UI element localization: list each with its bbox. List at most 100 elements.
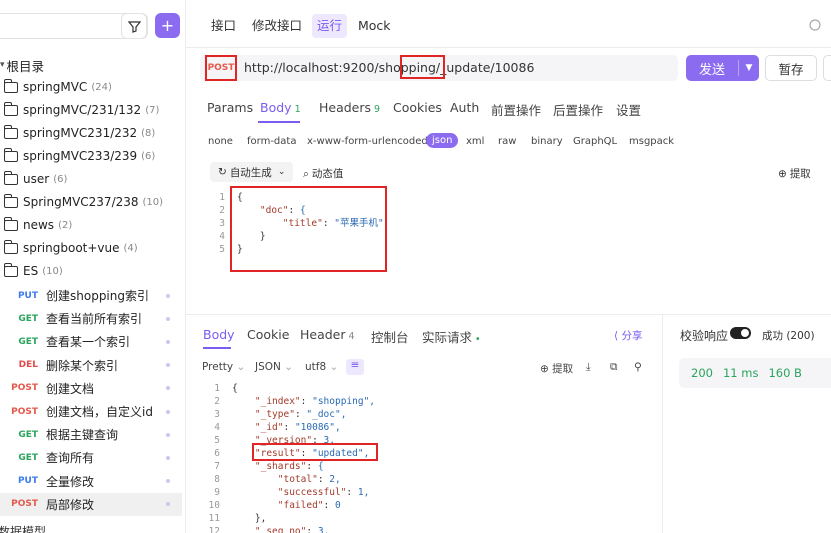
folder-name: news (23, 218, 55, 232)
body-type-option[interactable]: GraphQL (573, 136, 617, 147)
response-tab[interactable]: Cookie (247, 327, 289, 342)
folder-item[interactable]: springMVC233/239 (6) (3, 145, 155, 167)
method-select[interactable]: POST (205, 55, 237, 81)
data-model-item[interactable]: 数据模型 (0, 523, 46, 533)
api-item[interactable]: DEL 删除某个索引 (0, 354, 182, 377)
status-dot (166, 502, 170, 507)
wrap-icon[interactable]: ≡ (346, 359, 364, 375)
response-tab[interactable]: 控制台 (371, 327, 409, 346)
api-item[interactable]: GET 根据主键查询 (0, 423, 182, 446)
tab-run[interactable]: 运行 (312, 14, 348, 38)
api-name: 根据主键查询 (46, 428, 119, 443)
code-text: "failed": 0 (277, 500, 341, 511)
folder-item[interactable]: springMVC/231/132 (7) (3, 99, 159, 121)
code-line: 11 }, (200, 512, 652, 525)
response-tab[interactable]: Body (203, 327, 235, 342)
request-tab[interactable]: 后置操作 (553, 100, 603, 119)
line-number: 9 (214, 487, 220, 498)
body-type-option[interactable]: json (426, 133, 459, 148)
tab-interface[interactable]: 接口 (206, 14, 241, 38)
folder-item[interactable]: springMVC (24) (3, 76, 112, 98)
save-button[interactable]: 暂存 (765, 55, 817, 81)
folder-item[interactable]: news (2) (3, 214, 72, 236)
code-line: 3 "_type": "_doc", (200, 408, 652, 421)
folder-count: (24) (91, 81, 112, 93)
autogen-button[interactable]: ↻ 自动生成 ⌄ (210, 162, 294, 182)
extract-icon: ⊕ (540, 363, 549, 375)
data-model-label: 数据模型 (0, 525, 47, 533)
folder-item[interactable]: user (6) (3, 168, 67, 190)
folder-item[interactable]: springMVC231/232 (8) (3, 122, 155, 144)
api-item[interactable]: GET 查看当前所有索引 (0, 307, 182, 330)
method-badge: PUT (17, 290, 38, 301)
line-number: 7 (214, 461, 220, 472)
download-icon[interactable]: ⤓ (586, 361, 591, 374)
folder-count: (10) (142, 196, 164, 208)
api-item[interactable]: GET 查询所有 (0, 446, 182, 469)
language-select[interactable]: JSON ⌄ (255, 361, 293, 373)
line-number: 1 (219, 192, 225, 203)
body-type-option[interactable]: xml (466, 136, 484, 147)
top-tab-bar: 接口 修改接口 运行 Mock (186, 0, 831, 48)
dynamic-value-button[interactable]: ⌕ 动态值 (303, 166, 343, 181)
request-tab[interactable]: 前置操作 (491, 100, 541, 119)
filter-button[interactable] (121, 13, 147, 39)
request-tab[interactable]: Params (207, 100, 253, 115)
url-input[interactable]: http://localhost:9200/shopping/_update/1… (244, 60, 534, 75)
format-select[interactable]: Pretty ⌄ (202, 361, 245, 373)
share-button[interactable]: ⟨ 分享 (614, 328, 642, 343)
folder-icon (3, 78, 18, 93)
api-item[interactable]: PUT 全量修改 (0, 470, 182, 493)
api-item[interactable]: GET 查看某一个索引 (0, 330, 182, 353)
search-icon[interactable]: ⚲ (634, 361, 642, 373)
tab-count-badge: • (475, 334, 481, 345)
extract-button[interactable]: ⊕ 提取 (778, 166, 811, 181)
code-text: "_index": "shopping", (254, 396, 376, 407)
chevron-down-icon[interactable]: ▼ (739, 63, 759, 73)
autogen-label: 自动生成 (229, 166, 272, 179)
tab-edit-interface[interactable]: 修改接口 (247, 14, 307, 38)
request-tab[interactable]: Headers 9 (319, 100, 380, 115)
body-type-option[interactable]: form-data (247, 136, 296, 147)
add-button[interactable]: + (155, 13, 180, 38)
success-select[interactable]: 成功 (200) (762, 328, 815, 343)
chevron-down-icon: ▾ (0, 60, 5, 70)
validate-label: 校验响应 (680, 329, 729, 343)
api-name: 全量修改 (46, 474, 95, 489)
api-item[interactable]: POST 创建文档，自定义id (0, 400, 182, 423)
body-type-option[interactable]: msgpack (629, 136, 674, 147)
send-button[interactable]: 发送 ▼ (686, 55, 759, 81)
folder-count: (10) (42, 265, 63, 277)
api-item[interactable]: POST 创建文档 (0, 377, 182, 400)
response-extract-button[interactable]: ⊕ 提取 (540, 361, 573, 376)
folder-item[interactable]: springboot+vue (4) (3, 237, 138, 259)
more-button[interactable] (823, 55, 831, 81)
folder-item[interactable]: ES (10) (3, 260, 63, 282)
encoding-select[interactable]: utf8 ⌄ (305, 361, 338, 373)
line-number: 2 (214, 396, 220, 407)
request-tab[interactable]: Body 1 (260, 100, 301, 115)
copy-icon[interactable]: ⧉ (610, 361, 618, 374)
request-tab[interactable]: Cookies (393, 100, 442, 115)
body-type-option[interactable]: raw (498, 136, 516, 147)
api-item[interactable]: PUT 创建shopping索引 (0, 284, 182, 307)
code-line: 9 "successful": 1, (200, 486, 652, 499)
response-status: 200 11 ms 160 B (679, 358, 831, 388)
response-tab[interactable]: Header 4 (300, 327, 355, 342)
tab-mock[interactable]: Mock (353, 14, 396, 38)
validate-toggle[interactable] (730, 327, 751, 339)
api-name: 查看某一个索引 (46, 335, 131, 350)
api-item[interactable]: POST 局部修改 (0, 492, 182, 516)
response-tab[interactable]: 实际请求 • (422, 327, 481, 346)
request-tab[interactable]: 设置 (616, 100, 641, 119)
body-type-option[interactable]: x-www-form-urlencoded (307, 136, 428, 147)
tree-root[interactable]: ▾ 根目录 (0, 55, 44, 75)
folder-item[interactable]: SpringMVC237/238 (10) (3, 191, 164, 213)
line-number: 3 (214, 409, 220, 420)
request-tab[interactable]: Auth (450, 100, 479, 115)
code-line: 1{ (200, 382, 652, 395)
settings-icon[interactable] (808, 18, 822, 32)
code-text: "_id": "10086", (254, 422, 341, 433)
body-type-option[interactable]: none (208, 136, 233, 147)
body-type-option[interactable]: binary (531, 136, 563, 147)
